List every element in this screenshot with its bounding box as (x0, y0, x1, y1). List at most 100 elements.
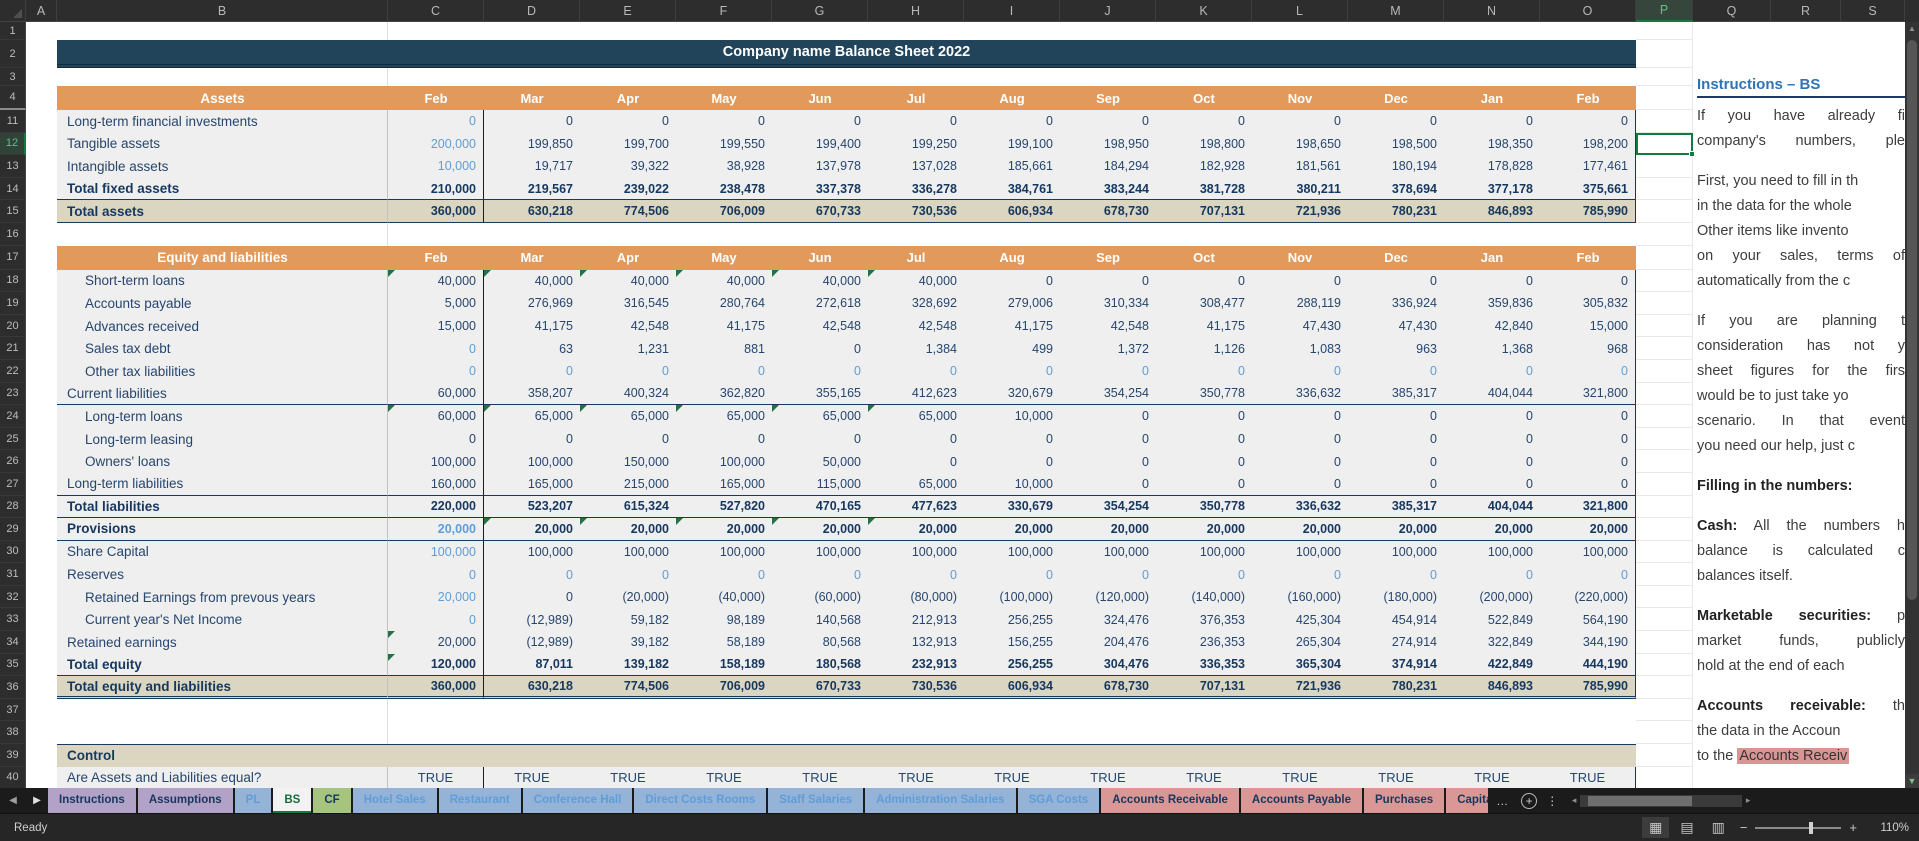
cell-L31[interactable]: 0 (1252, 563, 1348, 586)
row-number-4[interactable]: 4 (0, 86, 26, 110)
row-number-16[interactable]: 16 (0, 223, 26, 246)
cell-D33[interactable]: (12,989) (484, 608, 580, 631)
new-sheet-button[interactable] (1521, 793, 1537, 809)
cell-P4[interactable] (1636, 86, 1693, 110)
cell-K27[interactable]: 0 (1156, 473, 1252, 496)
sheet-nav-left-icon[interactable] (0, 795, 26, 806)
cell-C13[interactable]: 10,000 (388, 155, 484, 178)
cell-G11[interactable]: 0 (772, 110, 868, 133)
cell-L22[interactable]: 0 (1252, 360, 1348, 383)
cell-G14[interactable]: 337,378 (772, 178, 868, 201)
sheet-tab-restaurant[interactable]: Restaurant (439, 788, 521, 813)
cell-I32[interactable]: (100,000) (964, 586, 1060, 609)
cell-J12[interactable]: 198,950 (1060, 133, 1156, 156)
cell-D22[interactable]: 0 (484, 360, 580, 383)
cell-A36[interactable] (26, 676, 57, 699)
cell-F13[interactable]: 38,928 (676, 155, 772, 178)
cell-F14[interactable]: 238,478 (676, 178, 772, 201)
cell-D24[interactable]: 65,000 (484, 405, 580, 428)
cell-E25[interactable]: 0 (580, 428, 676, 451)
hscroll-left-icon[interactable] (1568, 795, 1580, 806)
cell-N13[interactable]: 178,828 (1444, 155, 1540, 178)
column-header-I[interactable]: I (964, 0, 1060, 22)
cell-G26[interactable]: 50,000 (772, 450, 868, 473)
cell-F34[interactable]: 58,189 (676, 631, 772, 654)
cell-N23[interactable]: 404,044 (1444, 383, 1540, 406)
cell-L18[interactable]: 0 (1252, 270, 1348, 293)
cell-C21[interactable]: 0 (388, 337, 484, 360)
cell-F19[interactable]: 280,764 (676, 292, 772, 315)
cell-K15[interactable]: 707,131 (1156, 200, 1252, 223)
cell-H28[interactable]: 477,623 (868, 496, 964, 519)
cell-M32[interactable]: (180,000) (1348, 586, 1444, 609)
cell-L23[interactable]: 336,632 (1252, 383, 1348, 406)
cell-O36[interactable]: 785,990 (1540, 676, 1636, 699)
cell-E40[interactable]: TRUE (580, 767, 676, 790)
cell-A21[interactable] (26, 337, 57, 360)
cell-G40[interactable]: TRUE (772, 767, 868, 790)
cell-L15[interactable]: 721,936 (1252, 200, 1348, 223)
cell-H14[interactable]: 336,278 (868, 178, 964, 201)
cell-H26[interactable]: 0 (868, 450, 964, 473)
cells-CO-38[interactable] (388, 721, 1636, 744)
cell-C34[interactable]: 20,000 (388, 631, 484, 654)
cell-O19[interactable]: 305,832 (1540, 292, 1636, 315)
cell-J14[interactable]: 383,244 (1060, 178, 1156, 201)
row-number-25[interactable]: 25 (0, 428, 26, 451)
cell-P32[interactable] (1636, 586, 1693, 609)
cell-A2[interactable] (26, 40, 57, 68)
cell-B33[interactable]: Current year's Net Income (57, 608, 388, 631)
cell-B18[interactable]: Short-term loans (57, 270, 388, 293)
cell-J20[interactable]: 42,548 (1060, 315, 1156, 338)
hscroll-track[interactable] (1580, 795, 1742, 807)
cell-A14[interactable] (26, 178, 57, 201)
cell-B28[interactable]: Total liabilities (57, 496, 388, 519)
column-header-M[interactable]: M (1348, 0, 1444, 22)
cell-P39[interactable] (1636, 744, 1693, 767)
cell-O35[interactable]: 444,190 (1540, 654, 1636, 677)
cell-O23[interactable]: 321,800 (1540, 383, 1636, 406)
sheet-tab-cf[interactable]: CF (313, 788, 350, 813)
cell-H29[interactable]: 20,000 (868, 518, 964, 541)
cell-B11[interactable]: Long-term financial investments (57, 110, 388, 133)
cell-N15[interactable]: 846,893 (1444, 200, 1540, 223)
cell-L36[interactable]: 721,936 (1252, 676, 1348, 699)
cell-O34[interactable]: 344,190 (1540, 631, 1636, 654)
cell-P35[interactable] (1636, 654, 1693, 677)
cell-O21[interactable]: 968 (1540, 337, 1636, 360)
cell-I12[interactable]: 199,100 (964, 133, 1060, 156)
column-header-C[interactable]: C (388, 0, 484, 22)
cell-O24[interactable]: 0 (1540, 405, 1636, 428)
cell-A26[interactable] (26, 450, 57, 473)
cell-E14[interactable]: 239,022 (580, 178, 676, 201)
cell-H27[interactable]: 65,000 (868, 473, 964, 496)
cell-N27[interactable]: 0 (1444, 473, 1540, 496)
cell-A22[interactable] (26, 360, 57, 383)
cell-B21[interactable]: Sales tax debt (57, 337, 388, 360)
cell-H20[interactable]: 42,548 (868, 315, 964, 338)
cell-N25[interactable]: 0 (1444, 428, 1540, 451)
cell-E11[interactable]: 0 (580, 110, 676, 133)
cell-O13[interactable]: 177,461 (1540, 155, 1636, 178)
cell-H33[interactable]: 212,913 (868, 608, 964, 631)
cell-I35[interactable]: 256,255 (964, 654, 1060, 677)
cell-B35[interactable]: Total equity (57, 654, 388, 677)
cell-N28[interactable]: 404,044 (1444, 496, 1540, 519)
cell-C35[interactable]: 120,000 (388, 654, 484, 677)
sheet-nav-right-icon[interactable] (26, 795, 48, 806)
cell-K35[interactable]: 336,353 (1156, 654, 1252, 677)
cell-N24[interactable]: 0 (1444, 405, 1540, 428)
cell-E13[interactable]: 39,322 (580, 155, 676, 178)
row-number-27[interactable]: 27 (0, 473, 26, 496)
cells-CO-37[interactable] (388, 699, 1636, 722)
cell-G13[interactable]: 137,978 (772, 155, 868, 178)
cell-O28[interactable]: 321,800 (1540, 496, 1636, 519)
row-number-35[interactable]: 35 (0, 654, 26, 677)
cell-F31[interactable]: 0 (676, 563, 772, 586)
cell-B3[interactable] (57, 68, 388, 86)
cell-O29[interactable]: 20,000 (1540, 518, 1636, 541)
cell-I11[interactable]: 0 (964, 110, 1060, 133)
cell-D28[interactable]: 523,207 (484, 496, 580, 519)
cell-P17[interactable] (1636, 246, 1693, 270)
cell-I24[interactable]: 10,000 (964, 405, 1060, 428)
